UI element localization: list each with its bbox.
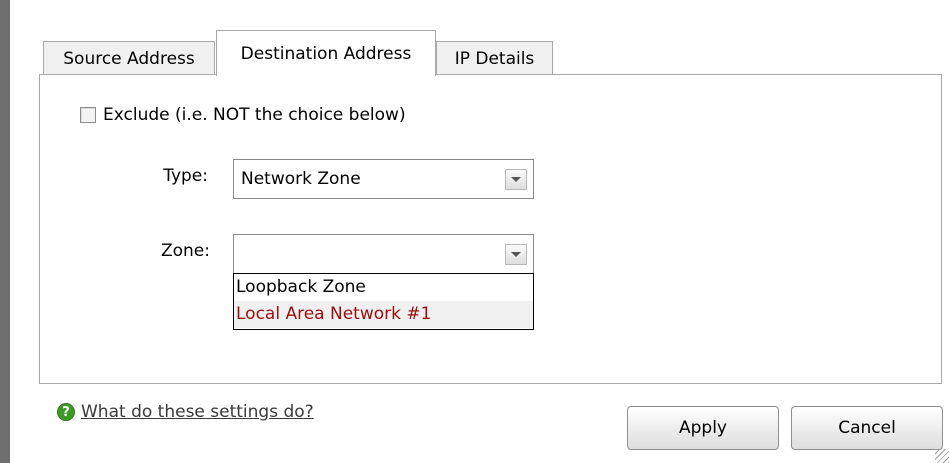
type-label: Type: <box>163 166 208 186</box>
zone-dropdown-list: Loopback Zone Local Area Network #1 <box>233 273 534 330</box>
zone-option-loopback[interactable]: Loopback Zone <box>234 274 533 301</box>
help-link[interactable]: What do these settings do? <box>81 402 314 422</box>
help-section: ? What do these settings do? <box>57 402 314 422</box>
cancel-button[interactable]: Cancel <box>791 406 943 450</box>
exclude-label: Exclude (i.e. NOT the choice below) <box>103 105 406 125</box>
type-select[interactable]: Network Zone <box>233 159 534 199</box>
tab-ip-details[interactable]: IP Details <box>436 41 553 75</box>
chevron-down-icon <box>511 252 521 257</box>
help-icon[interactable]: ? <box>57 403 75 421</box>
zone-select[interactable] <box>233 234 534 274</box>
exclude-checkbox[interactable] <box>80 107 96 123</box>
tab-destination-address[interactable]: Destination Address <box>216 30 436 76</box>
apply-button[interactable]: Apply <box>627 406 779 450</box>
zone-dropdown-button[interactable] <box>505 244 527 265</box>
zone-label: Zone: <box>160 241 210 261</box>
type-dropdown-button[interactable] <box>505 169 527 190</box>
exclude-option[interactable]: Exclude (i.e. NOT the choice below) <box>80 105 406 125</box>
destination-address-panel: Exclude (i.e. NOT the choice below) Type… <box>39 74 942 384</box>
chevron-down-icon <box>511 177 521 182</box>
tab-source-address[interactable]: Source Address <box>43 41 215 75</box>
zone-option-local-area-network[interactable]: Local Area Network #1 <box>234 301 533 328</box>
left-edge-bar <box>0 0 10 463</box>
type-selected-value: Network Zone <box>241 169 361 189</box>
resize-grip[interactable] <box>935 449 949 463</box>
